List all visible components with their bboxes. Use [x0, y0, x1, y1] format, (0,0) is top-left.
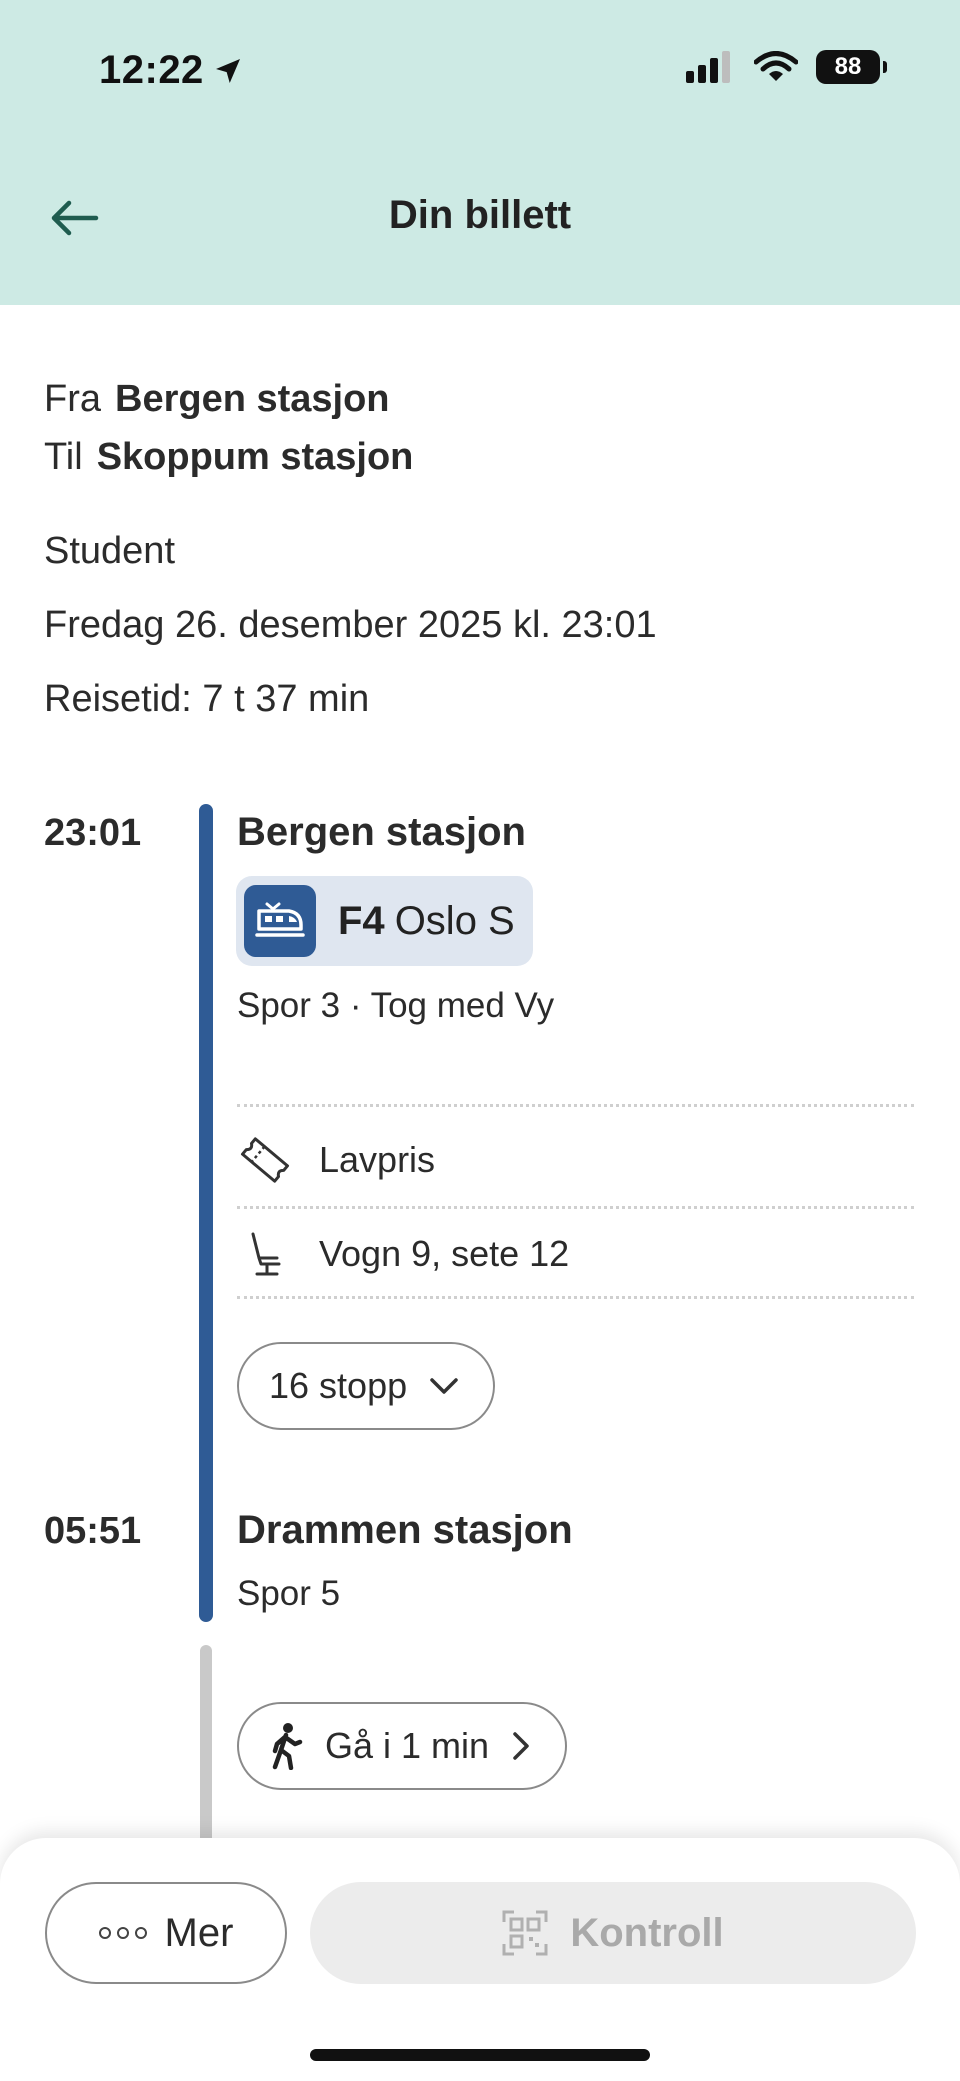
header-bar: 12:22 88 Din billett [0, 0, 960, 305]
wifi-icon [754, 51, 798, 81]
ticket-datetime: Fredag 26. desember 2025 kl. 23:01 [44, 604, 657, 646]
battery-indicator: 88 [816, 50, 887, 84]
more-label: Mer [164, 1910, 234, 1955]
control-label: Kontroll [570, 1910, 724, 1955]
ticket-icon [237, 1136, 293, 1184]
control-button[interactable]: Kontroll [310, 1882, 916, 1984]
walk-label: Gå i 1 min [325, 1725, 490, 1766]
timeline-train-segment [199, 804, 213, 1622]
divider [237, 1104, 914, 1107]
route-summary: Fra Bergen stasjon Til Skoppum stasjon [44, 370, 413, 486]
status-bar-time: 12:22 [99, 48, 244, 93]
departure-station: Bergen stasjon [237, 810, 526, 854]
page-title: Din billett [388, 193, 572, 237]
divider [237, 1296, 914, 1299]
more-button[interactable]: Mer [45, 1882, 287, 1984]
travel-time: Reisetid: 7 t 37 min [44, 678, 370, 720]
to-label: Til [44, 436, 83, 478]
chevron-right-icon [513, 1732, 529, 1760]
arrival-station: Drammen stasjon [237, 1508, 573, 1552]
ticket-category: Student [44, 530, 175, 572]
stops-toggle-button[interactable]: 16 stopp [237, 1342, 496, 1430]
seat-info: Vogn 9, sete 12 [319, 1233, 570, 1274]
seat-icon [237, 1230, 293, 1278]
signal-icon [686, 51, 730, 83]
route-from: Fra Bergen stasjon [44, 370, 413, 428]
walk-button[interactable]: Gå i 1 min [237, 1702, 568, 1790]
qr-code-icon [502, 1910, 548, 1956]
battery-level: 88 [834, 53, 862, 80]
walking-person-icon [272, 1723, 303, 1770]
status-bar-icons: 88 [686, 50, 887, 84]
departure-time: 23:01 [44, 812, 142, 854]
fare-type: Lavpris [319, 1139, 436, 1180]
timeline-walk-segment [200, 1645, 212, 1845]
line-code: F4 [338, 898, 385, 943]
stops-label: 16 stopp [269, 1365, 408, 1406]
train-line-chip: F4 Oslo S [236, 876, 533, 966]
to-station: Skoppum stasjon [96, 436, 414, 478]
divider [237, 1206, 914, 1209]
location-arrow-icon [215, 58, 240, 83]
seat-row: Vogn 9, sete 12 [237, 1230, 569, 1278]
from-label: Fra [44, 378, 101, 420]
arrival-platform: Spor 5 [237, 1574, 341, 1613]
home-indicator [310, 2049, 650, 2061]
more-dots-icon [98, 1927, 147, 1939]
fare-row: Lavpris [237, 1136, 435, 1184]
departure-info: Spor 3 · Tog med Vy [237, 986, 555, 1025]
line-destination: Oslo S [394, 898, 515, 943]
arrival-time: 05:51 [44, 1510, 142, 1552]
chevron-down-icon [430, 1378, 458, 1394]
train-icon [244, 885, 316, 957]
clock-text: 12:22 [99, 48, 204, 92]
from-station: Bergen stasjon [115, 378, 390, 420]
route-to: Til Skoppum stasjon [44, 428, 413, 486]
